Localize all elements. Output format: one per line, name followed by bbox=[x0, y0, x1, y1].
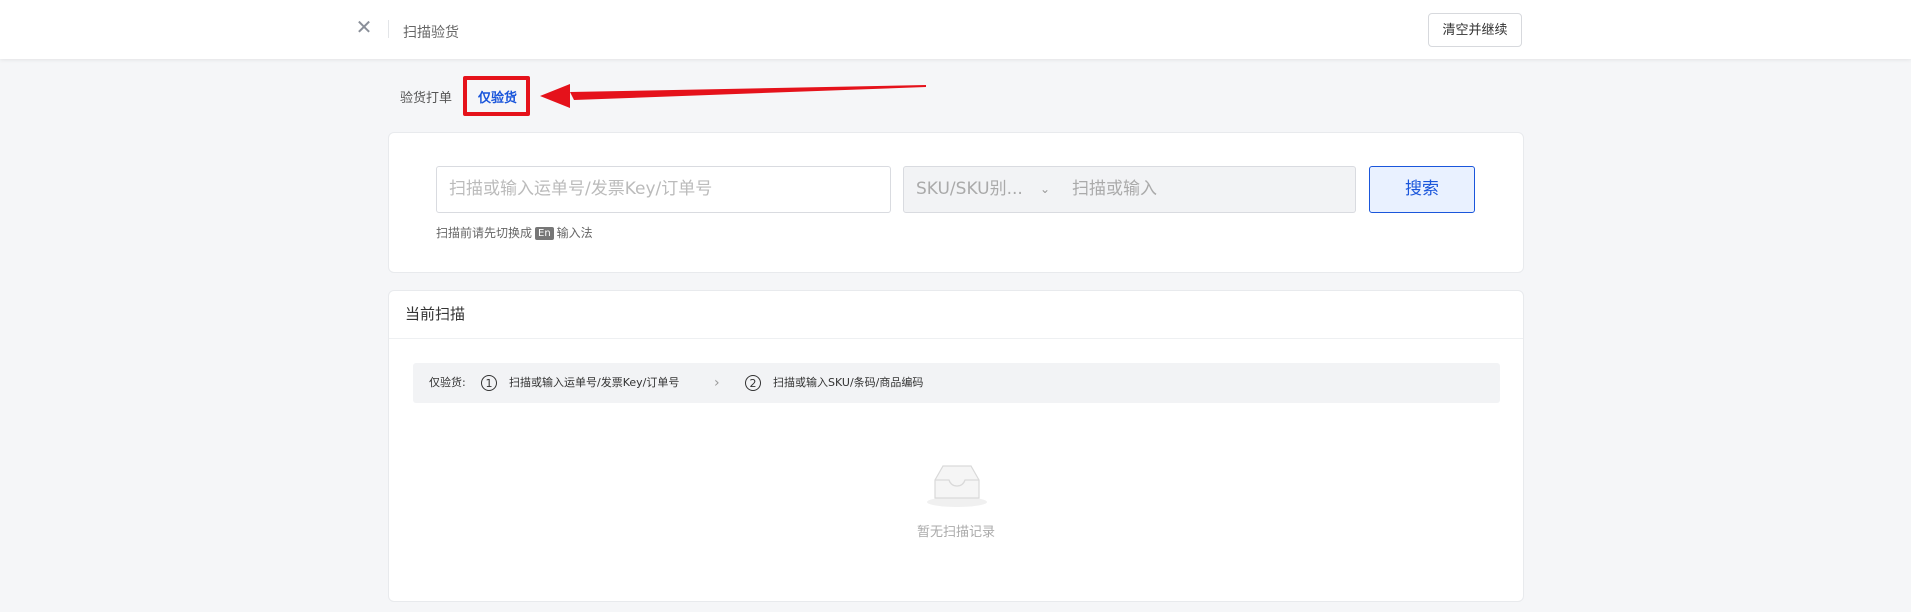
step-1-number: 1 bbox=[481, 375, 497, 391]
search-card: 扫描或输入运单号/发票Key/订单号 SKU/SKU别... ⌄ 扫描或输入 搜… bbox=[388, 132, 1524, 273]
sku-input[interactable]: 扫描或输入 bbox=[1060, 166, 1356, 213]
tracking-number-input[interactable]: 扫描或输入运单号/发票Key/订单号 bbox=[436, 166, 891, 213]
current-scan-card: 当前扫描 仅验货: 1 扫描或输入运单号/发票Key/订单号 › 2 扫描或输入… bbox=[388, 290, 1524, 602]
step-1-text: 扫描或输入运单号/发票Key/订单号 bbox=[509, 376, 680, 389]
search-button[interactable]: 搜索 bbox=[1369, 166, 1475, 213]
highlight-annotation-box bbox=[463, 76, 530, 116]
annotation-arrow-icon bbox=[540, 84, 926, 108]
empty-state-text: 暂无扫描记录 bbox=[916, 525, 995, 540]
hint-text-after: 输入法 bbox=[556, 226, 593, 240]
page-title: 扫描验货 bbox=[403, 25, 459, 41]
hint-text-before: 扫描前请先切换成 bbox=[436, 226, 533, 240]
section-title: 当前扫描 bbox=[405, 305, 466, 323]
step-prefix: 仅验货: bbox=[429, 376, 466, 389]
divider bbox=[389, 338, 1523, 339]
top-bar: ✕ 扫描验货 清空并继续 bbox=[0, 0, 1911, 59]
chevron-down-icon: ⌄ bbox=[1039, 182, 1050, 196]
close-icon[interactable]: ✕ bbox=[354, 17, 374, 37]
divider bbox=[388, 20, 389, 38]
en-badge: En bbox=[535, 227, 554, 240]
steps-bar: 仅验货: 1 扫描或输入运单号/发票Key/订单号 › 2 扫描或输入SKU/条… bbox=[413, 363, 1500, 403]
sku-select-value: SKU/SKU别... bbox=[916, 179, 1023, 199]
sku-type-select[interactable]: SKU/SKU别... ⌄ bbox=[903, 166, 1061, 213]
empty-inbox-icon bbox=[927, 465, 987, 507]
input-method-hint: 扫描前请先切换成 En 输入法 bbox=[436, 224, 593, 241]
chevron-right-icon: › bbox=[714, 375, 720, 391]
step-2-text: 扫描或输入SKU/条码/商品编码 bbox=[773, 376, 924, 389]
tab-inspect-and-print[interactable]: 验货打单 bbox=[400, 87, 452, 106]
step-2-number: 2 bbox=[745, 375, 761, 391]
clear-and-continue-button[interactable]: 清空并继续 bbox=[1428, 13, 1522, 47]
